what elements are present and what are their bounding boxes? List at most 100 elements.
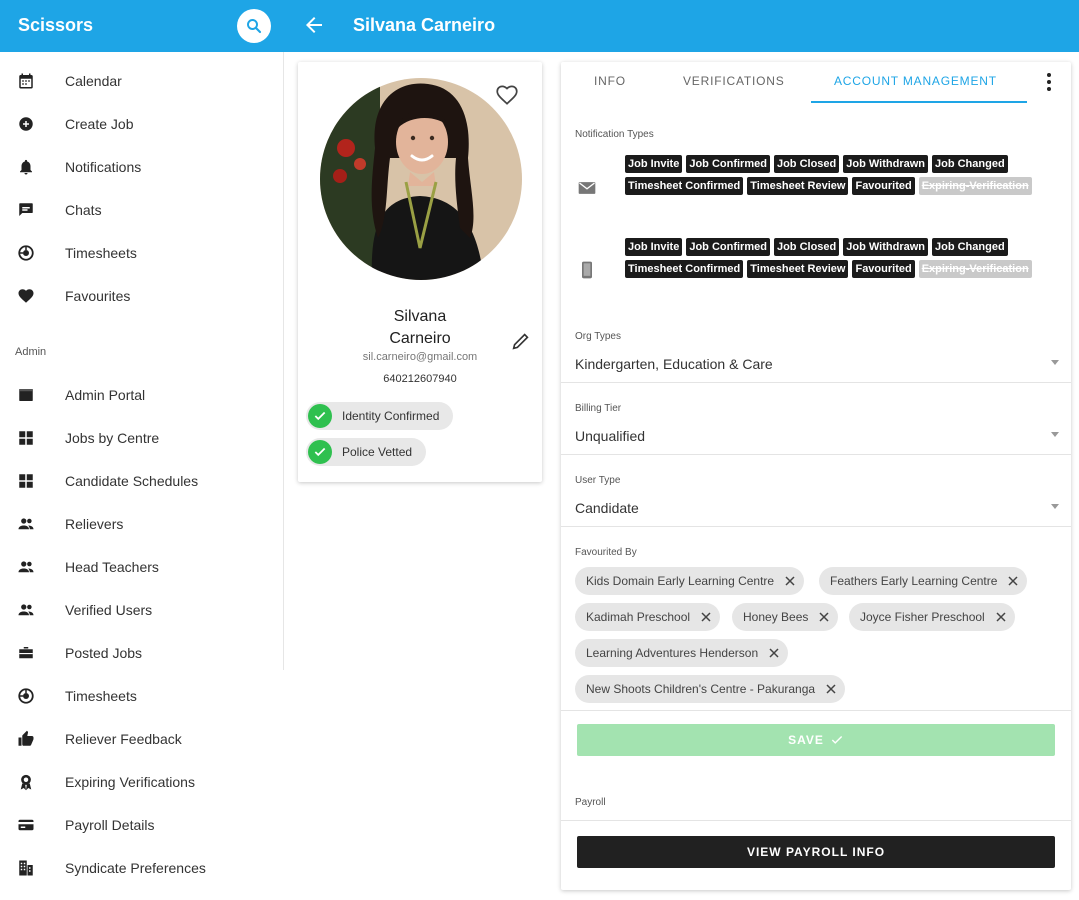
sidebar-item-label: Notifications (65, 159, 142, 175)
view-payroll-info-button[interactable]: VIEW PAYROLL INFO (577, 836, 1055, 868)
sidebar-item-admin-portal[interactable]: Admin Portal (0, 376, 284, 412)
sidebar-item-relievers[interactable]: Relievers (0, 505, 284, 541)
more-vert-icon[interactable] (1039, 70, 1059, 94)
sidebar-item-chats[interactable]: Chats (0, 191, 284, 227)
notification-type-chip[interactable]: Timesheet Confirmed (625, 260, 744, 278)
tab-account-management[interactable]: ACCOUNT MANAGEMENT (834, 74, 997, 88)
sidebar-item-notifications[interactable]: Notifications (0, 148, 284, 184)
favourited-by-chip: New Shoots Children's Centre - Pakuranga (575, 675, 846, 703)
notification-type-chip-disabled[interactable]: Expiring-Verification (918, 177, 1032, 195)
tab-indicator (811, 101, 1027, 103)
notification-types-label: Notification Types (575, 129, 654, 140)
admin-section-label: Admin (15, 346, 47, 358)
verification-label: Identity Confirmed (342, 409, 440, 423)
sidebar-item-head-teachers[interactable]: Head Teachers (0, 548, 284, 584)
tab-verifications[interactable]: VERIFICATIONS (683, 74, 785, 88)
notification-type-chip[interactable]: Job Withdrawn (843, 155, 928, 173)
sidebar-item-favourites[interactable]: Favourites (0, 277, 284, 313)
notification-type-chip[interactable]: Favourited (852, 260, 915, 278)
chat-icon (16, 200, 36, 220)
sidebar-item-label: Timesheets (65, 245, 137, 261)
search-button[interactable] (237, 9, 271, 43)
app-brand: Scissors (18, 15, 94, 35)
favourited-by-chip: Learning Adventures Henderson (575, 639, 789, 667)
notification-type-chip[interactable]: Timesheet Review (747, 260, 849, 278)
dropdown-arrow-icon (1051, 504, 1059, 509)
remove-icon[interactable] (995, 611, 1007, 623)
notification-type-chip[interactable]: Timesheet Confirmed (625, 177, 744, 195)
notification-type-chip[interactable]: Job Invite (625, 155, 683, 173)
save-button[interactable]: SAVE (577, 724, 1055, 756)
sidebar-item-verified-users[interactable]: Verified Users (0, 591, 284, 627)
profile-last-name: Carneiro (389, 330, 451, 347)
account-card: INFO VERIFICATIONS ACCOUNT MANAGEMENT No… (561, 62, 1071, 890)
sidebar-item-label: Create Job (65, 116, 134, 132)
notification-type-chip[interactable]: Job Changed (932, 238, 1008, 256)
sidebar-item-label: Expiring Verifications (65, 774, 195, 790)
notification-type-chip[interactable]: Job Closed (773, 238, 840, 256)
favourited-by-chip-label: Honey Bees (743, 610, 809, 624)
tab-info[interactable]: INFO (594, 74, 626, 88)
billing-tier-value: Unqualified (575, 428, 646, 444)
sidebar-item-timesheets[interactable]: Timesheets (0, 234, 284, 270)
back-arrow-icon[interactable] (302, 13, 326, 37)
sidebar-item-label: Calendar (65, 73, 122, 89)
remove-icon[interactable] (818, 611, 830, 623)
remove-icon[interactable] (700, 611, 712, 623)
people-icon (16, 557, 36, 577)
remove-icon[interactable] (825, 683, 837, 695)
people-icon (16, 514, 36, 534)
calendar-icon (16, 71, 36, 91)
divider (561, 710, 1071, 711)
profile-name: Silvana Carneiro (298, 306, 542, 350)
sidebar-item-posted-jobs[interactable]: Posted Jobs (0, 634, 284, 670)
sidebar-item-label: Timesheets (65, 688, 137, 704)
sidebar-item-candidate-schedules[interactable]: Candidate Schedules (0, 462, 284, 498)
sidebar: Calendar Create Job Notifications Chats … (0, 52, 284, 900)
search-icon (247, 19, 262, 34)
sidebar-item-label: Relievers (65, 516, 124, 532)
org-types-select[interactable]: Kindergarten, Education & Care (575, 352, 1059, 374)
notification-type-chip[interactable]: Job Closed (773, 155, 840, 173)
sidebar-item-calendar[interactable]: Calendar (0, 62, 284, 98)
heart-icon (16, 286, 36, 306)
notification-type-chip[interactable]: Job Changed (932, 155, 1008, 173)
notification-type-chip[interactable]: Timesheet Review (747, 177, 849, 195)
remove-icon[interactable] (784, 575, 796, 587)
sidebar-item-label: Jobs by Centre (65, 430, 160, 446)
bell-icon (16, 157, 36, 177)
timesheet-icon (16, 243, 36, 263)
sidebar-item-label: Favourites (65, 288, 131, 304)
notification-type-chip[interactable]: Job Confirmed (686, 238, 770, 256)
user-type-select[interactable]: Candidate (575, 496, 1059, 518)
favourited-by-chip: Feathers Early Learning Centre (819, 567, 1028, 595)
remove-icon[interactable] (1007, 575, 1019, 587)
grid-icon (16, 428, 36, 448)
notification-type-chip[interactable]: Job Withdrawn (843, 238, 928, 256)
sidebar-item-jobs-by-centre[interactable]: Jobs by Centre (0, 419, 284, 455)
sidebar-item-create-job[interactable]: Create Job (0, 105, 284, 141)
sidebar-item-label: Verified Users (65, 602, 153, 618)
favourite-heart-icon[interactable] (494, 82, 520, 108)
remove-icon[interactable] (768, 647, 780, 659)
app-bar: Scissors Silvana Carneiro (0, 0, 1079, 52)
sidebar-item-syndicate-preferences[interactable]: Syndicate Preferences (0, 849, 284, 885)
billing-tier-select[interactable]: Unqualified (575, 424, 1059, 446)
sidebar-item-expiring-verifications[interactable]: Expiring Verifications (0, 763, 284, 799)
sidebar-item-payroll-details[interactable]: Payroll Details (0, 806, 284, 842)
notification-type-chip[interactable]: Favourited (852, 177, 915, 195)
sidebar-item-reliever-feedback[interactable]: Reliever Feedback (0, 720, 284, 756)
favourited-by-chip-label: Kids Domain Early Learning Centre (586, 574, 775, 588)
favourited-by-chip: Kadimah Preschool (575, 603, 721, 631)
notification-type-chip-disabled[interactable]: Expiring-Verification (918, 260, 1032, 278)
divider (561, 382, 1071, 383)
notification-type-chip[interactable]: Job Confirmed (686, 155, 770, 173)
edit-pencil-icon[interactable] (510, 330, 532, 352)
avatar (320, 78, 522, 280)
sidebar-item-label: Reliever Feedback (65, 731, 182, 747)
sidebar-item-admin-timesheets[interactable]: Timesheets (0, 677, 284, 713)
favourited-by-chip: Honey Bees (732, 603, 839, 631)
check-circle-icon (308, 404, 332, 428)
mobile-phone-icon (582, 261, 592, 279)
notification-type-chip[interactable]: Job Invite (625, 238, 683, 256)
